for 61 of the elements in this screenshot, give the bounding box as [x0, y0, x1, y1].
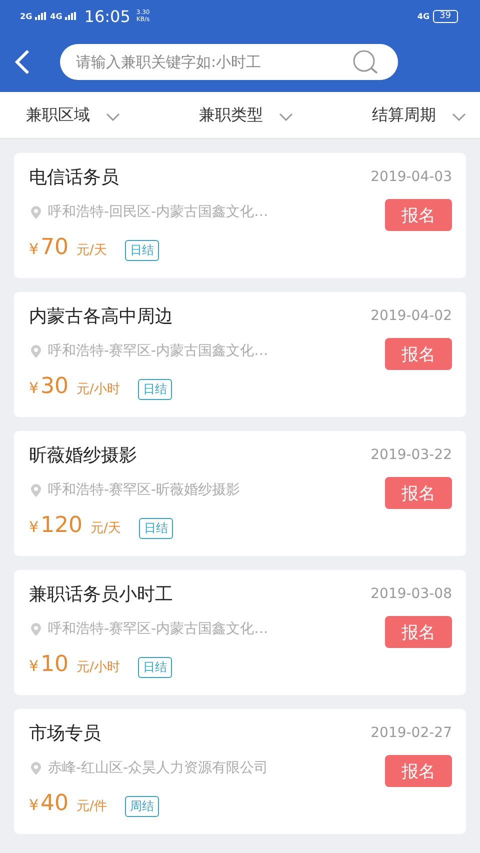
- filter-dropdown[interactable]: 兼职类型: [199, 104, 293, 126]
- job-card[interactable]: 电信话务员 2019-04-03 呼和浩特-回民区-内蒙古国鑫文化… 报名 ¥70 元/天 日结: [14, 153, 466, 278]
- job-card[interactable]: 兼职话务员小时工 2019-03-08 呼和浩特-赛罕区-内蒙古国鑫文化… 报名 ¥10 元/小时 日结: [14, 570, 466, 695]
- signal-icon: [65, 12, 78, 20]
- location-pin-icon: [31, 484, 41, 496]
- chevron-down-icon: [452, 113, 466, 121]
- currency-symbol: ¥: [29, 657, 39, 675]
- job-date: 2019-03-22: [370, 447, 452, 463]
- job-card[interactable]: 市场专员 2019-02-27 赤峰-红山区-众昊人力资源有限公司 报名 ¥40 元/件 周结: [14, 709, 466, 834]
- battery-icon: 39: [432, 10, 458, 22]
- salary-unit: 元/天: [90, 520, 121, 537]
- currency-symbol: ¥: [29, 796, 39, 814]
- location-pin-icon: [31, 206, 41, 218]
- job-date: 2019-03-08: [370, 586, 452, 602]
- settlement-tag: 日结: [138, 379, 172, 400]
- job-date: 2019-02-27: [370, 725, 452, 741]
- currency-symbol: ¥: [29, 518, 39, 536]
- currency-symbol: ¥: [29, 379, 39, 397]
- job-location: 呼和浩特-回民区-内蒙古国鑫文化…: [48, 203, 270, 221]
- salary-amount: 70: [40, 235, 69, 260]
- location-pin-icon: [31, 344, 41, 358]
- salary-amount: 120: [40, 513, 83, 538]
- job-location: 呼和浩特-赛罕区-内蒙古国鑫文化…: [48, 342, 270, 360]
- chevron-down-icon: [279, 113, 293, 121]
- job-title: 电信话务员: [29, 166, 119, 189]
- salary-unit: 元/件: [76, 798, 107, 815]
- salary-amount: 10: [40, 652, 69, 677]
- search-field[interactable]: 请输入兼职关键字如:小时工: [60, 44, 398, 80]
- location-pin-icon: [31, 762, 41, 774]
- job-location: 赤峰-红山区-众昊人力资源有限公司: [48, 759, 270, 777]
- job-card[interactable]: 内蒙古各高中周边 2019-04-02 呼和浩特-赛罕区-内蒙古国鑫文化… 报名 ¥30 元/小时 日结: [14, 292, 466, 417]
- job-title: 内蒙古各高中周边: [29, 305, 173, 328]
- chevron-down-icon: [106, 113, 120, 121]
- location-pin-icon: [31, 622, 41, 636]
- signal-icon: [35, 12, 48, 20]
- job-title: 市场专员: [29, 722, 101, 745]
- settlement-tag: 周结: [124, 796, 159, 817]
- currency-symbol: ¥: [29, 240, 39, 258]
- filter-dropdown[interactable]: 结算周期: [372, 104, 466, 126]
- job-title: 兼职话务员小时工: [29, 583, 173, 606]
- job-card[interactable]: 昕薇婚纱摄影 2019-03-22 呼和浩特-赛罕区-昕薇婚纱摄影 报名 ¥120 元/天 日结: [14, 431, 466, 556]
- job-date: 2019-04-02: [370, 308, 452, 324]
- settlement-tag: 日结: [138, 518, 173, 539]
- salary-amount: 30: [40, 374, 69, 399]
- settlement-tag: 日结: [124, 240, 159, 261]
- salary-amount: 40: [40, 791, 69, 816]
- salary-unit: 元/小时: [76, 659, 120, 676]
- salary-unit: 元/天: [76, 242, 107, 259]
- job-location: 呼和浩特-赛罕区-内蒙古国鑫文化…: [48, 620, 270, 638]
- network-label: 4G: [50, 12, 62, 20]
- network-label: 2G: [20, 12, 32, 20]
- back-icon[interactable]: [14, 49, 30, 75]
- filter-dropdown[interactable]: 兼职区域: [26, 104, 120, 126]
- status-time: 16:05: [84, 6, 130, 26]
- network-label: 4G: [417, 12, 430, 20]
- search-icon[interactable]: [352, 49, 380, 75]
- job-date: 2019-04-03: [370, 169, 452, 185]
- job-location: 呼和浩特-赛罕区-昕薇婚纱摄影: [48, 481, 242, 499]
- job-title: 昕薇婚纱摄影: [29, 444, 137, 467]
- salary-unit: 元/小时: [76, 381, 120, 398]
- settlement-tag: 日结: [138, 657, 172, 678]
